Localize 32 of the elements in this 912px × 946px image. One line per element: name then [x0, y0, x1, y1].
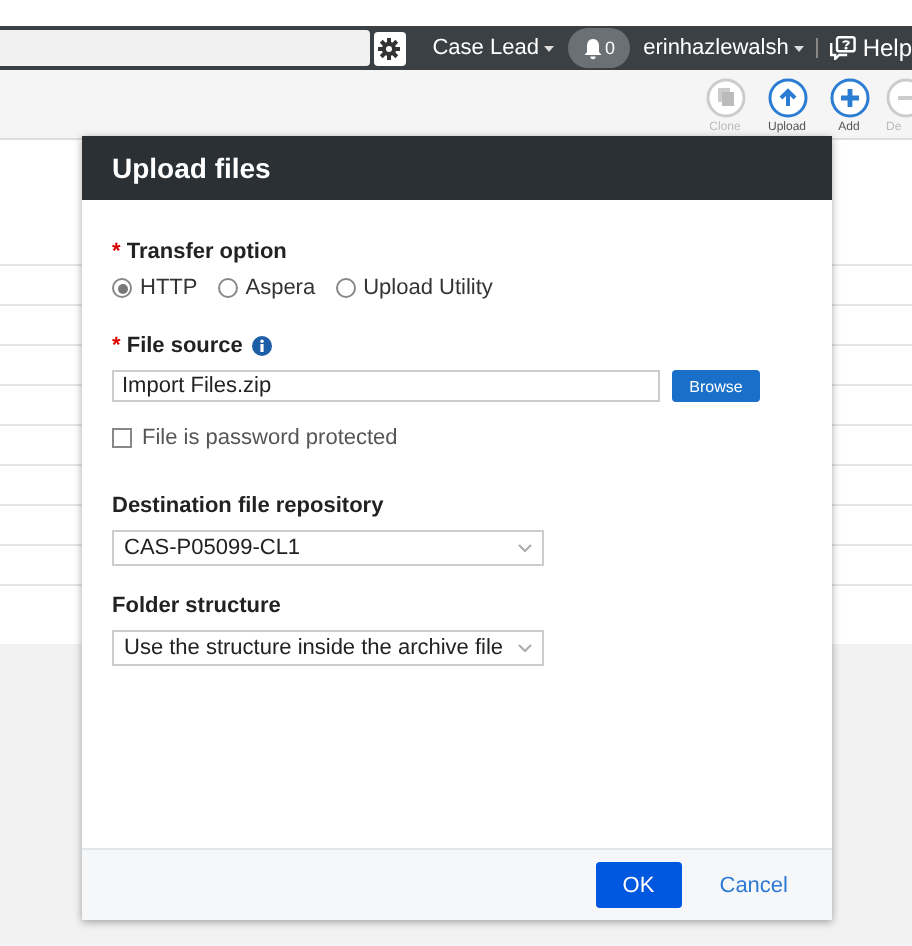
- info-icon: [252, 336, 273, 356]
- add-icon: [829, 78, 869, 118]
- browse-button[interactable]: Browse: [672, 370, 760, 402]
- help-icon: [830, 36, 857, 60]
- file-input[interactable]: Import Files.zip: [112, 370, 660, 402]
- settings-button[interactable]: [373, 31, 407, 65]
- radio-option[interactable]: HTTP: [112, 276, 198, 300]
- ok-button[interactable]: OK: [595, 862, 682, 908]
- caret-icon: [794, 45, 805, 51]
- search-field[interactable]: [0, 30, 370, 66]
- field-label: * File source: [112, 334, 243, 358]
- help-button[interactable]: Help: [830, 34, 912, 62]
- chevron-icon: [518, 544, 532, 552]
- upload-icon: [767, 78, 807, 118]
- copy-icon: [705, 78, 745, 118]
- caret-icon: [544, 45, 555, 51]
- repository-dropdown[interactable]: CAS-P05099-CL1: [112, 530, 544, 566]
- user-menu[interactable]: erinhazlewalsh: [643, 36, 805, 60]
- field-label: * Transfer option: [112, 240, 287, 264]
- radio-option[interactable]: Aspera: [217, 276, 316, 300]
- cancel-button[interactable]: Cancel: [719, 873, 788, 897]
- folder-structure-dropdown[interactable]: Use the structure inside the archive file: [112, 630, 544, 666]
- bell-icon: [583, 37, 602, 59]
- radio-option[interactable]: Upload Utility: [335, 276, 493, 300]
- password-checkbox[interactable]: File is password protected: [112, 426, 802, 450]
- role-dropdown[interactable]: Case Lead: [432, 36, 555, 60]
- field-label: Folder structure: [112, 594, 281, 618]
- dialog-title: Upload files: [82, 136, 832, 200]
- settings-icon: [378, 37, 401, 59]
- chevron-icon: [518, 644, 532, 652]
- notifications-button[interactable]: 0: [568, 28, 630, 68]
- field-label: Destination file repository: [112, 494, 384, 518]
